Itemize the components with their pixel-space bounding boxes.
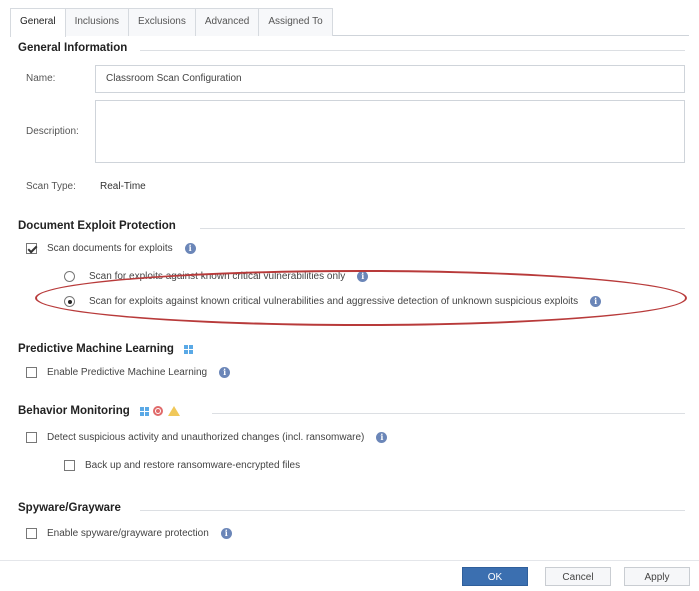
tab-inclusions[interactable]: Inclusions (64, 8, 130, 36)
section-divider (200, 228, 685, 229)
name-label: Name: (26, 73, 56, 84)
tab-general[interactable]: General (10, 8, 66, 37)
spyware-checkbox[interactable] (26, 528, 37, 539)
target-icon (152, 406, 163, 416)
section-title-general-information: General Information (18, 42, 128, 54)
detect-label: Detect suspicious activity and unauthori… (47, 432, 365, 443)
tab-exclusions[interactable]: Exclusions (128, 8, 196, 36)
backup-row: Back up and restore ransomware-encrypted… (64, 460, 300, 471)
predictive-ml-checkbox[interactable] (26, 367, 37, 378)
ok-button[interactable]: OK (462, 567, 528, 586)
behavior-monitoring-title: Behavior Monitoring (18, 405, 130, 417)
windows-icon (183, 344, 193, 354)
tab-advanced[interactable]: Advanced (194, 8, 260, 36)
predictive-ml-title: Predictive Machine Learning (18, 343, 174, 355)
info-icon[interactable]: i (220, 528, 232, 539)
section-title-document-exploit-protection: Document Exploit Protection (18, 220, 176, 232)
scan-type-value: Real-Time (100, 181, 146, 192)
scan-documents-row: Scan documents for exploits i (26, 243, 196, 254)
spyware-row: Enable spyware/grayware protection i (26, 528, 232, 539)
detect-checkbox[interactable] (26, 432, 37, 443)
info-icon[interactable]: i (219, 367, 231, 378)
description-label: Description: (26, 126, 79, 137)
backup-label: Back up and restore ransomware-encrypted… (85, 460, 301, 471)
tab-bar: General Inclusions Exclusions Advanced A… (10, 8, 689, 37)
scan-documents-label: Scan documents for exploits (47, 243, 173, 254)
scan-documents-checkbox[interactable] (26, 243, 37, 254)
description-field[interactable] (95, 100, 685, 163)
cancel-button[interactable]: Cancel (545, 567, 611, 586)
section-divider (212, 413, 685, 414)
apply-button[interactable]: Apply (624, 567, 690, 586)
info-icon[interactable]: i (184, 243, 196, 254)
warning-icon (167, 406, 180, 416)
section-divider (140, 50, 685, 51)
predictive-ml-label: Enable Predictive Machine Learning (47, 367, 208, 378)
footer-divider (0, 560, 699, 561)
backup-checkbox[interactable] (64, 460, 75, 471)
scan-type-label: Scan Type: (26, 181, 76, 192)
info-icon[interactable]: i (376, 432, 388, 443)
windows-icon (139, 406, 149, 416)
option-known-radio[interactable] (64, 271, 75, 282)
section-divider (140, 510, 685, 511)
section-title-behavior-monitoring: Behavior Monitoring (18, 405, 180, 417)
detect-row: Detect suspicious activity and unauthori… (26, 432, 388, 443)
section-title-spyware-grayware: Spyware/Grayware (18, 502, 121, 514)
predictive-ml-row: Enable Predictive Machine Learning i (26, 367, 231, 378)
section-title-predictive-machine-learning: Predictive Machine Learning (18, 343, 193, 355)
tab-assigned-to[interactable]: Assigned To (258, 8, 333, 36)
annotation-ellipse (35, 270, 687, 326)
spyware-label: Enable spyware/grayware protection (47, 528, 209, 539)
name-field[interactable]: Classroom Scan Configuration (95, 65, 685, 93)
